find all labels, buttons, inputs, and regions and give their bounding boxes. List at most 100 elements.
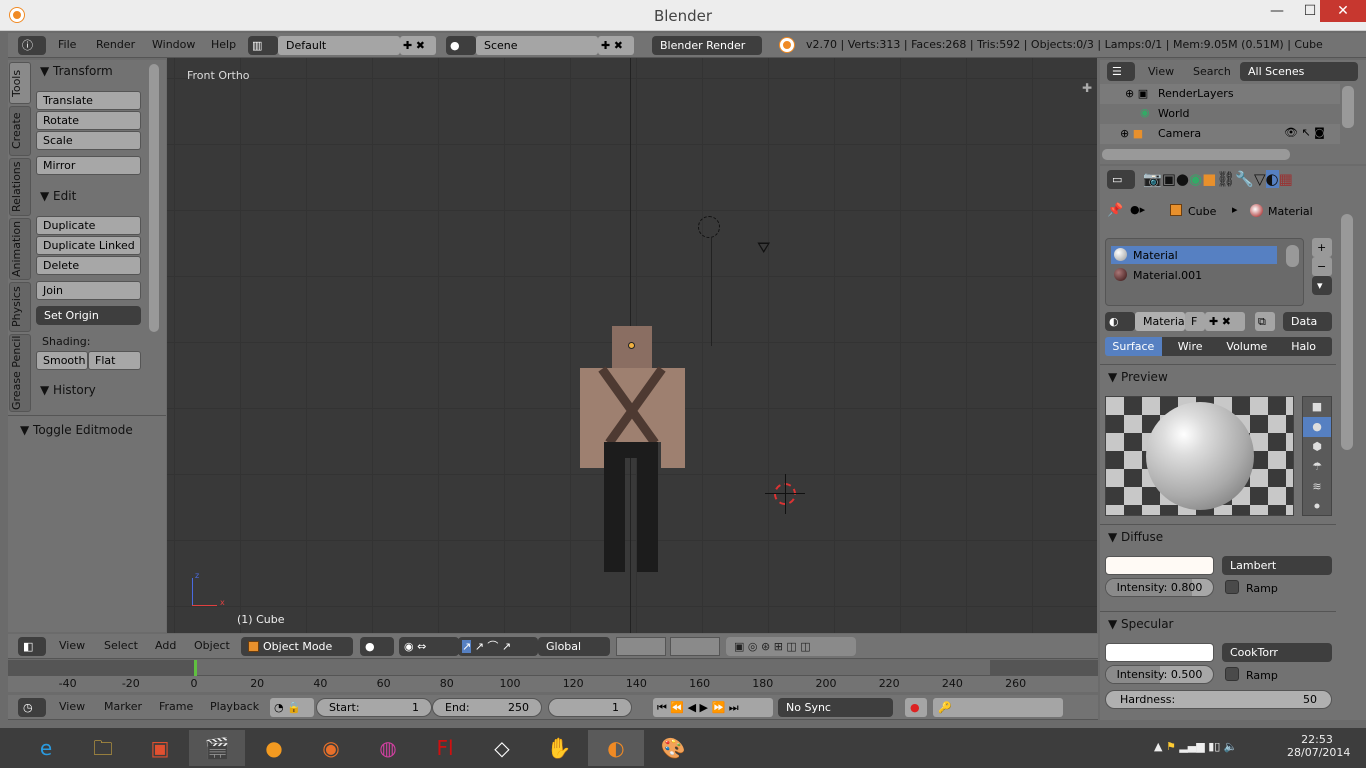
media-app-taskbar-icon[interactable]: ◍ — [360, 730, 416, 766]
outliner-filter-select[interactable]: All Scenes — [1240, 62, 1358, 81]
scene-field[interactable]: Scene — [476, 36, 598, 55]
photo-app-taskbar-icon[interactable]: ▣ — [132, 730, 188, 766]
blender-taskbar-icon[interactable]: ◐ — [588, 730, 644, 766]
smooth-button[interactable]: Smooth — [36, 351, 88, 370]
tab-volume[interactable]: Volume — [1218, 337, 1276, 356]
close-button[interactable]: ✕ — [1320, 0, 1366, 22]
menu-file[interactable]: File — [58, 33, 76, 57]
menu-window[interactable]: Window — [152, 33, 195, 57]
keying-set-field[interactable]: 🔑 — [933, 698, 1063, 717]
menu-view[interactable]: View — [59, 634, 85, 658]
diffuse-panel-header[interactable]: ▼ Diffuse — [1108, 530, 1163, 544]
menu-marker[interactable]: Marker — [104, 695, 142, 719]
translate-button[interactable]: Translate — [36, 91, 141, 110]
file-explorer-taskbar-icon[interactable]: 🗀 — [75, 730, 131, 766]
menu-object[interactable]: Object — [194, 634, 230, 658]
outliner-row[interactable]: ⊕ ▣ RenderLayers — [1100, 84, 1340, 104]
end-frame-field[interactable]: End: 250 — [432, 698, 542, 717]
add-slot-button[interactable]: + — [1312, 238, 1332, 257]
scene-tab-icon[interactable]: ● — [1176, 170, 1189, 188]
material-add-remove-buttons[interactable]: ✚ ✖ — [1205, 312, 1245, 331]
outliner-row[interactable]: ◉ World — [1100, 104, 1340, 124]
menu-add[interactable]: Add — [155, 634, 176, 658]
layout-field[interactable]: Default — [278, 36, 400, 55]
menu-frame[interactable]: Frame — [159, 695, 193, 719]
modifiers-tab-icon[interactable]: 🔧 — [1235, 170, 1254, 188]
editor-type-outliner-icon[interactable]: ☰ — [1107, 62, 1135, 81]
pin-icon[interactable]: 📌 — [1107, 203, 1123, 218]
clock[interactable]: 22:53 28/07/2014 — [1287, 733, 1350, 759]
edit-panel-header[interactable]: ▼ Edit — [40, 189, 76, 203]
specular-panel-header[interactable]: ▼ Specular — [1108, 617, 1174, 631]
visibility-icons[interactable]: 👁 ↖ ◙ — [1284, 126, 1325, 139]
app-hand-taskbar-icon[interactable]: ✋ — [531, 730, 587, 766]
menu-view[interactable]: View — [59, 695, 85, 719]
diffuse-shader-select[interactable]: Lambert — [1222, 556, 1332, 575]
tab-physics[interactable]: Physics — [9, 282, 31, 332]
slot-specials-button[interactable]: ▾ — [1312, 276, 1332, 295]
set-origin-dropdown[interactable]: Set Origin — [36, 306, 141, 325]
tray-icons[interactable]: ▲ ⚑ ▂▄▆ ▮▯ 🔈 — [1154, 740, 1238, 753]
viewport-shading-icon[interactable]: ● — [360, 637, 394, 656]
record-button[interactable]: ● — [905, 698, 927, 717]
unity-taskbar-icon[interactable]: ◇ — [474, 730, 530, 766]
specular-ramp-checkbox[interactable] — [1225, 667, 1239, 681]
specular-intensity-slider[interactable]: Intensity: 0.500 — [1105, 665, 1214, 684]
screen-layout-icon[interactable]: ▥ — [248, 36, 278, 55]
menu-playback[interactable]: Playback — [210, 695, 259, 719]
editor-type-info-icon[interactable]: ⓘ — [18, 36, 46, 55]
join-button[interactable]: Join — [36, 281, 141, 300]
current-frame-marker[interactable] — [194, 660, 197, 676]
object-tab-icon[interactable]: ■ — [1202, 170, 1216, 188]
pivot-manipulator-icons[interactable]: ◉ ⇔ — [399, 637, 459, 656]
outliner-h-scrollbar[interactable] — [1102, 149, 1290, 160]
menu-help[interactable]: Help — [211, 33, 236, 57]
tab-tools[interactable]: Tools — [9, 62, 31, 104]
properties-scrollbar[interactable] — [1341, 214, 1353, 450]
diffuse-ramp-checkbox[interactable] — [1225, 580, 1239, 594]
duplicate-linked-button[interactable]: Duplicate Linked — [36, 236, 141, 255]
preview-type-buttons[interactable]: ■ ● ⬢ ☂ ≋ ⚫ — [1302, 396, 1332, 516]
material-slot[interactable]: Material.001 — [1111, 266, 1277, 284]
data-link-select[interactable]: Data — [1283, 312, 1332, 331]
operator-panel-header[interactable]: ▼ Toggle Editmode — [20, 423, 133, 437]
lamp-icon[interactable] — [698, 216, 720, 238]
internet-explorer-taskbar-icon[interactable]: e — [18, 730, 74, 766]
hardness-slider[interactable]: Hardness: 50 — [1105, 690, 1332, 709]
playback-controls[interactable]: ⏮ ⏪ ◀ ▶ ⏩ ⏭ — [653, 698, 773, 717]
data-tab-icon[interactable]: ▽ — [1254, 170, 1266, 188]
tool-shelf-scrollbar[interactable] — [149, 64, 159, 332]
camera-object-icon[interactable]: ⛛ — [757, 238, 770, 258]
preview-range-lock-icons[interactable]: ◔ 🔒 — [270, 698, 314, 717]
history-panel-header[interactable]: ▼ History — [40, 383, 96, 397]
copy-material-icon[interactable]: ⧉ — [1255, 312, 1275, 331]
preview-panel-header[interactable]: ▼ Preview — [1108, 370, 1168, 384]
delete-button[interactable]: Delete — [36, 256, 141, 275]
current-frame-field[interactable]: 1 — [548, 698, 632, 717]
layout-add-remove-buttons[interactable]: ✚ ✖ — [400, 36, 436, 55]
world-tab-icon[interactable]: ◉ — [1189, 170, 1202, 188]
browse-material-icon[interactable]: ◐ — [1105, 312, 1135, 331]
editor-type-timeline-icon[interactable]: ◷ — [18, 698, 46, 717]
paint-taskbar-icon[interactable]: 🎨 — [645, 730, 701, 766]
slots-scrollbar[interactable] — [1286, 245, 1299, 267]
material-name-field[interactable]: Materia — [1135, 312, 1185, 331]
orientation-select[interactable]: Global — [538, 637, 610, 656]
editor-type-properties-icon[interactable]: ▭ — [1107, 170, 1135, 189]
render-layers-tab-icon[interactable]: ▣ — [1162, 170, 1176, 188]
timeline-ruler[interactable]: -40 -20 0 20 40 60 80 100 120 140 160 180 200 220 240 2… — [8, 676, 1098, 692]
specular-color-swatch[interactable] — [1105, 643, 1214, 662]
snapping-render-icons[interactable]: ▣ ◎ ⊛ ⊞ ◫ ◫ — [726, 637, 856, 656]
firefox-taskbar-icon[interactable]: ◉ — [303, 730, 359, 766]
editor-type-3dview-icon[interactable]: ◧ — [18, 637, 46, 656]
texture-tab-icon[interactable]: ▦ — [1279, 170, 1293, 188]
tab-grease-pencil[interactable]: Grease Pencil — [9, 334, 31, 412]
rotate-button[interactable]: Rotate — [36, 111, 141, 130]
outliner-row[interactable]: ⊕ ■ Camera 👁 ↖ ◙ — [1100, 124, 1340, 144]
menu-render[interactable]: Render — [96, 33, 135, 57]
specular-shader-select[interactable]: CookTorr — [1222, 643, 1332, 662]
layers-grid[interactable] — [616, 637, 666, 656]
start-frame-field[interactable]: Start: 1 — [316, 698, 432, 717]
context-tabs[interactable]: 📷▣●◉■⛓🔧▽◐▦ — [1143, 170, 1293, 188]
tab-relations[interactable]: Relations — [9, 158, 31, 216]
